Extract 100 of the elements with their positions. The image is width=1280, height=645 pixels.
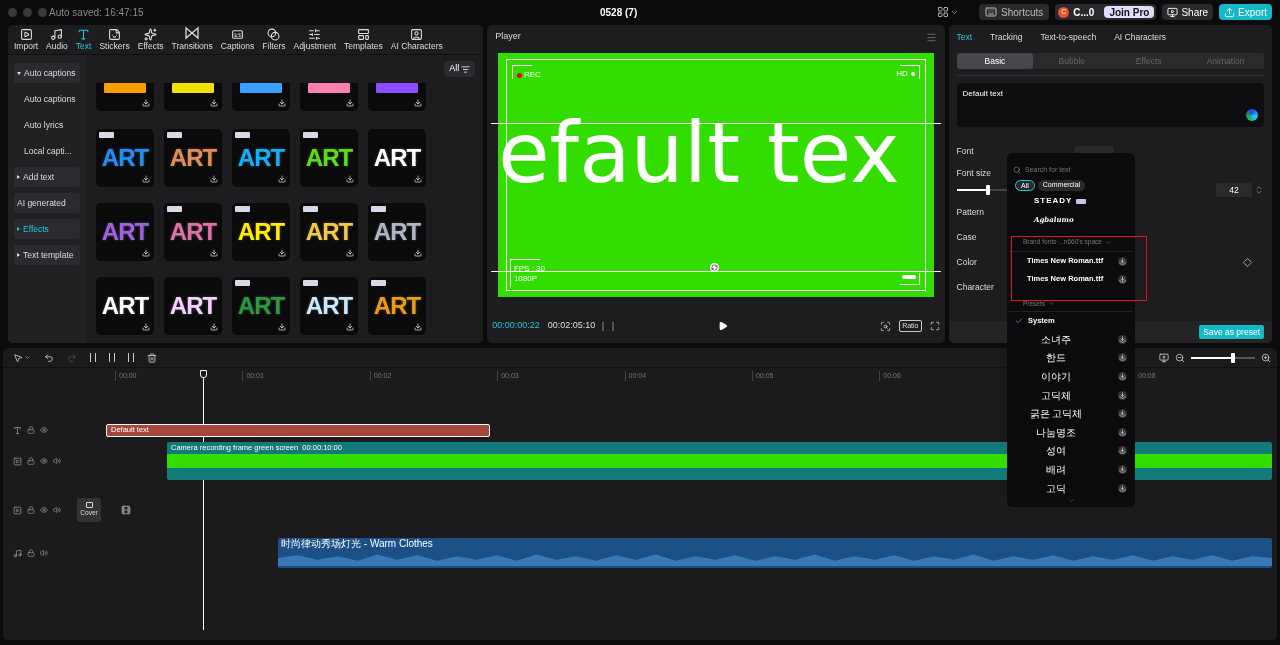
text-style-card[interactable]: ART (96, 129, 154, 187)
download-icon[interactable] (414, 323, 422, 331)
toolbar-tab[interactable]: Filters (258, 28, 290, 52)
delete-icon[interactable] (147, 352, 157, 363)
text-style-card[interactable]: ART (368, 203, 426, 261)
toolbar-tab[interactable]: Stickers (95, 28, 134, 52)
download-icon[interactable] (1118, 390, 1127, 400)
font-option[interactable]: 굵은 고딕체 (1007, 404, 1135, 423)
font-option[interactable]: 나눔명조 (1007, 422, 1135, 442)
font-option[interactable]: 배려 (1007, 460, 1135, 479)
text-style-card[interactable]: ART (164, 129, 222, 187)
download-icon[interactable] (1118, 353, 1127, 363)
sidebar-item[interactable]: Local capti... (14, 141, 80, 161)
toolbar-tab[interactable]: Captions (216, 28, 259, 52)
download-icon[interactable] (278, 323, 286, 331)
download-icon[interactable] (1118, 256, 1127, 266)
sidebar-item[interactable]: Add text (14, 167, 80, 187)
font-option[interactable]: 한드 (1007, 348, 1135, 368)
inspector-tab[interactable]: Text-to-speech (1040, 30, 1097, 44)
share-button[interactable]: Share (1162, 4, 1214, 20)
eye-icon[interactable] (40, 506, 48, 514)
inspector-tab[interactable]: Text (956, 30, 973, 44)
text-style-card[interactable] (232, 83, 290, 111)
color-wheel-icon[interactable] (1246, 109, 1258, 121)
filter-button[interactable]: All (444, 61, 476, 77)
sidebar-item[interactable]: AI generated (14, 193, 80, 213)
download-icon[interactable] (1118, 464, 1127, 474)
volume-icon[interactable] (40, 549, 48, 557)
download-icon[interactable] (1118, 372, 1127, 381)
text-style-card[interactable]: ART (368, 129, 426, 187)
download-icon[interactable] (1118, 334, 1127, 344)
inspector-tab[interactable]: Tracking (990, 30, 1023, 44)
audio-clip[interactable]: 时尚律动秀场灯光 - Warm Clothes (278, 538, 1272, 568)
download-icon[interactable] (346, 323, 354, 331)
download-icon[interactable] (1118, 427, 1127, 437)
slider-thumb[interactable] (986, 185, 991, 196)
zoom-fit-icon[interactable] (880, 320, 892, 332)
text-style-card[interactable]: ART (96, 203, 154, 261)
keyframe-icon[interactable] (1243, 258, 1252, 267)
inspector-tab[interactable]: AI Characters (1114, 30, 1167, 44)
text-style-card[interactable]: ART (96, 277, 154, 335)
toolbar-tab[interactable]: Adjustment (289, 28, 340, 52)
volume-icon[interactable] (53, 506, 61, 514)
undo-icon[interactable] (44, 352, 54, 363)
download-icon[interactable] (1118, 409, 1127, 419)
caret-down-icon[interactable] (24, 354, 31, 361)
download-icon[interactable] (142, 249, 150, 257)
toolbar-tab[interactable]: Audio (42, 28, 72, 52)
font-option[interactable]: 소녀주 (1007, 330, 1135, 349)
download-icon[interactable] (278, 175, 286, 183)
download-icon[interactable] (142, 175, 150, 183)
toolbar-tab[interactable]: Effects (133, 28, 168, 52)
text-style-card[interactable]: ART (300, 129, 358, 187)
text-style-card[interactable]: ART (300, 277, 358, 335)
text-style-card[interactable]: ART (300, 203, 358, 261)
fullscreen-icon[interactable] (929, 321, 940, 331)
zoom-out-icon[interactable] (1175, 352, 1185, 363)
text-style-card[interactable] (164, 83, 222, 111)
download-icon[interactable] (414, 99, 422, 107)
pointer-icon[interactable] (13, 352, 23, 363)
download-icon[interactable] (210, 323, 218, 331)
text-style-card[interactable]: ART (164, 203, 222, 261)
download-icon[interactable] (346, 175, 354, 183)
caret-down-icon[interactable] (1048, 300, 1056, 307)
text-style-card[interactable]: ART (164, 277, 222, 335)
toolbar-tab[interactable]: Import (10, 28, 43, 52)
split-icon[interactable] (90, 353, 96, 362)
text-style-card[interactable]: ART (232, 129, 290, 187)
download-icon[interactable] (210, 249, 218, 257)
menu-icon[interactable] (925, 31, 937, 43)
toolbar-tab[interactable]: Templates (340, 28, 387, 52)
zoom-slider-thumb[interactable] (1230, 352, 1235, 363)
text-style-card[interactable] (300, 83, 358, 111)
lock-icon[interactable] (27, 506, 35, 514)
toolbar-tab[interactable]: Text (71, 28, 96, 52)
lock-icon[interactable] (27, 457, 35, 465)
text-style-card[interactable]: ART (368, 277, 426, 335)
sidebar-item[interactable]: Auto captions (14, 63, 80, 83)
text-style-card[interactable] (96, 83, 154, 111)
text-style-card[interactable]: ART (232, 203, 290, 261)
download-icon[interactable] (346, 249, 354, 257)
download-icon[interactable] (210, 99, 218, 107)
download-icon[interactable] (1118, 274, 1127, 284)
download-icon[interactable] (346, 99, 354, 107)
text-input[interactable]: Default text (956, 83, 1264, 127)
lock-icon[interactable] (27, 426, 35, 434)
toolbar-tab[interactable]: Transitions (167, 25, 217, 52)
download-icon[interactable] (1118, 483, 1127, 493)
toolbar-tab[interactable]: AI Characters (386, 28, 447, 52)
download-icon[interactable] (414, 175, 422, 183)
segment-tab[interactable]: Basic (956, 53, 1034, 69)
download-icon[interactable] (278, 249, 286, 257)
download-icon[interactable] (142, 99, 150, 107)
split-right-icon[interactable] (128, 353, 134, 362)
eye-icon[interactable] (40, 426, 48, 434)
download-icon[interactable] (414, 249, 422, 257)
join-pro-button[interactable]: Join Pro (1104, 6, 1155, 18)
sidebar-item[interactable]: Auto lyrics (14, 115, 80, 135)
font-option[interactable]: 고딕 (1007, 478, 1135, 498)
font-option[interactable]: 이야기 (1007, 367, 1135, 386)
